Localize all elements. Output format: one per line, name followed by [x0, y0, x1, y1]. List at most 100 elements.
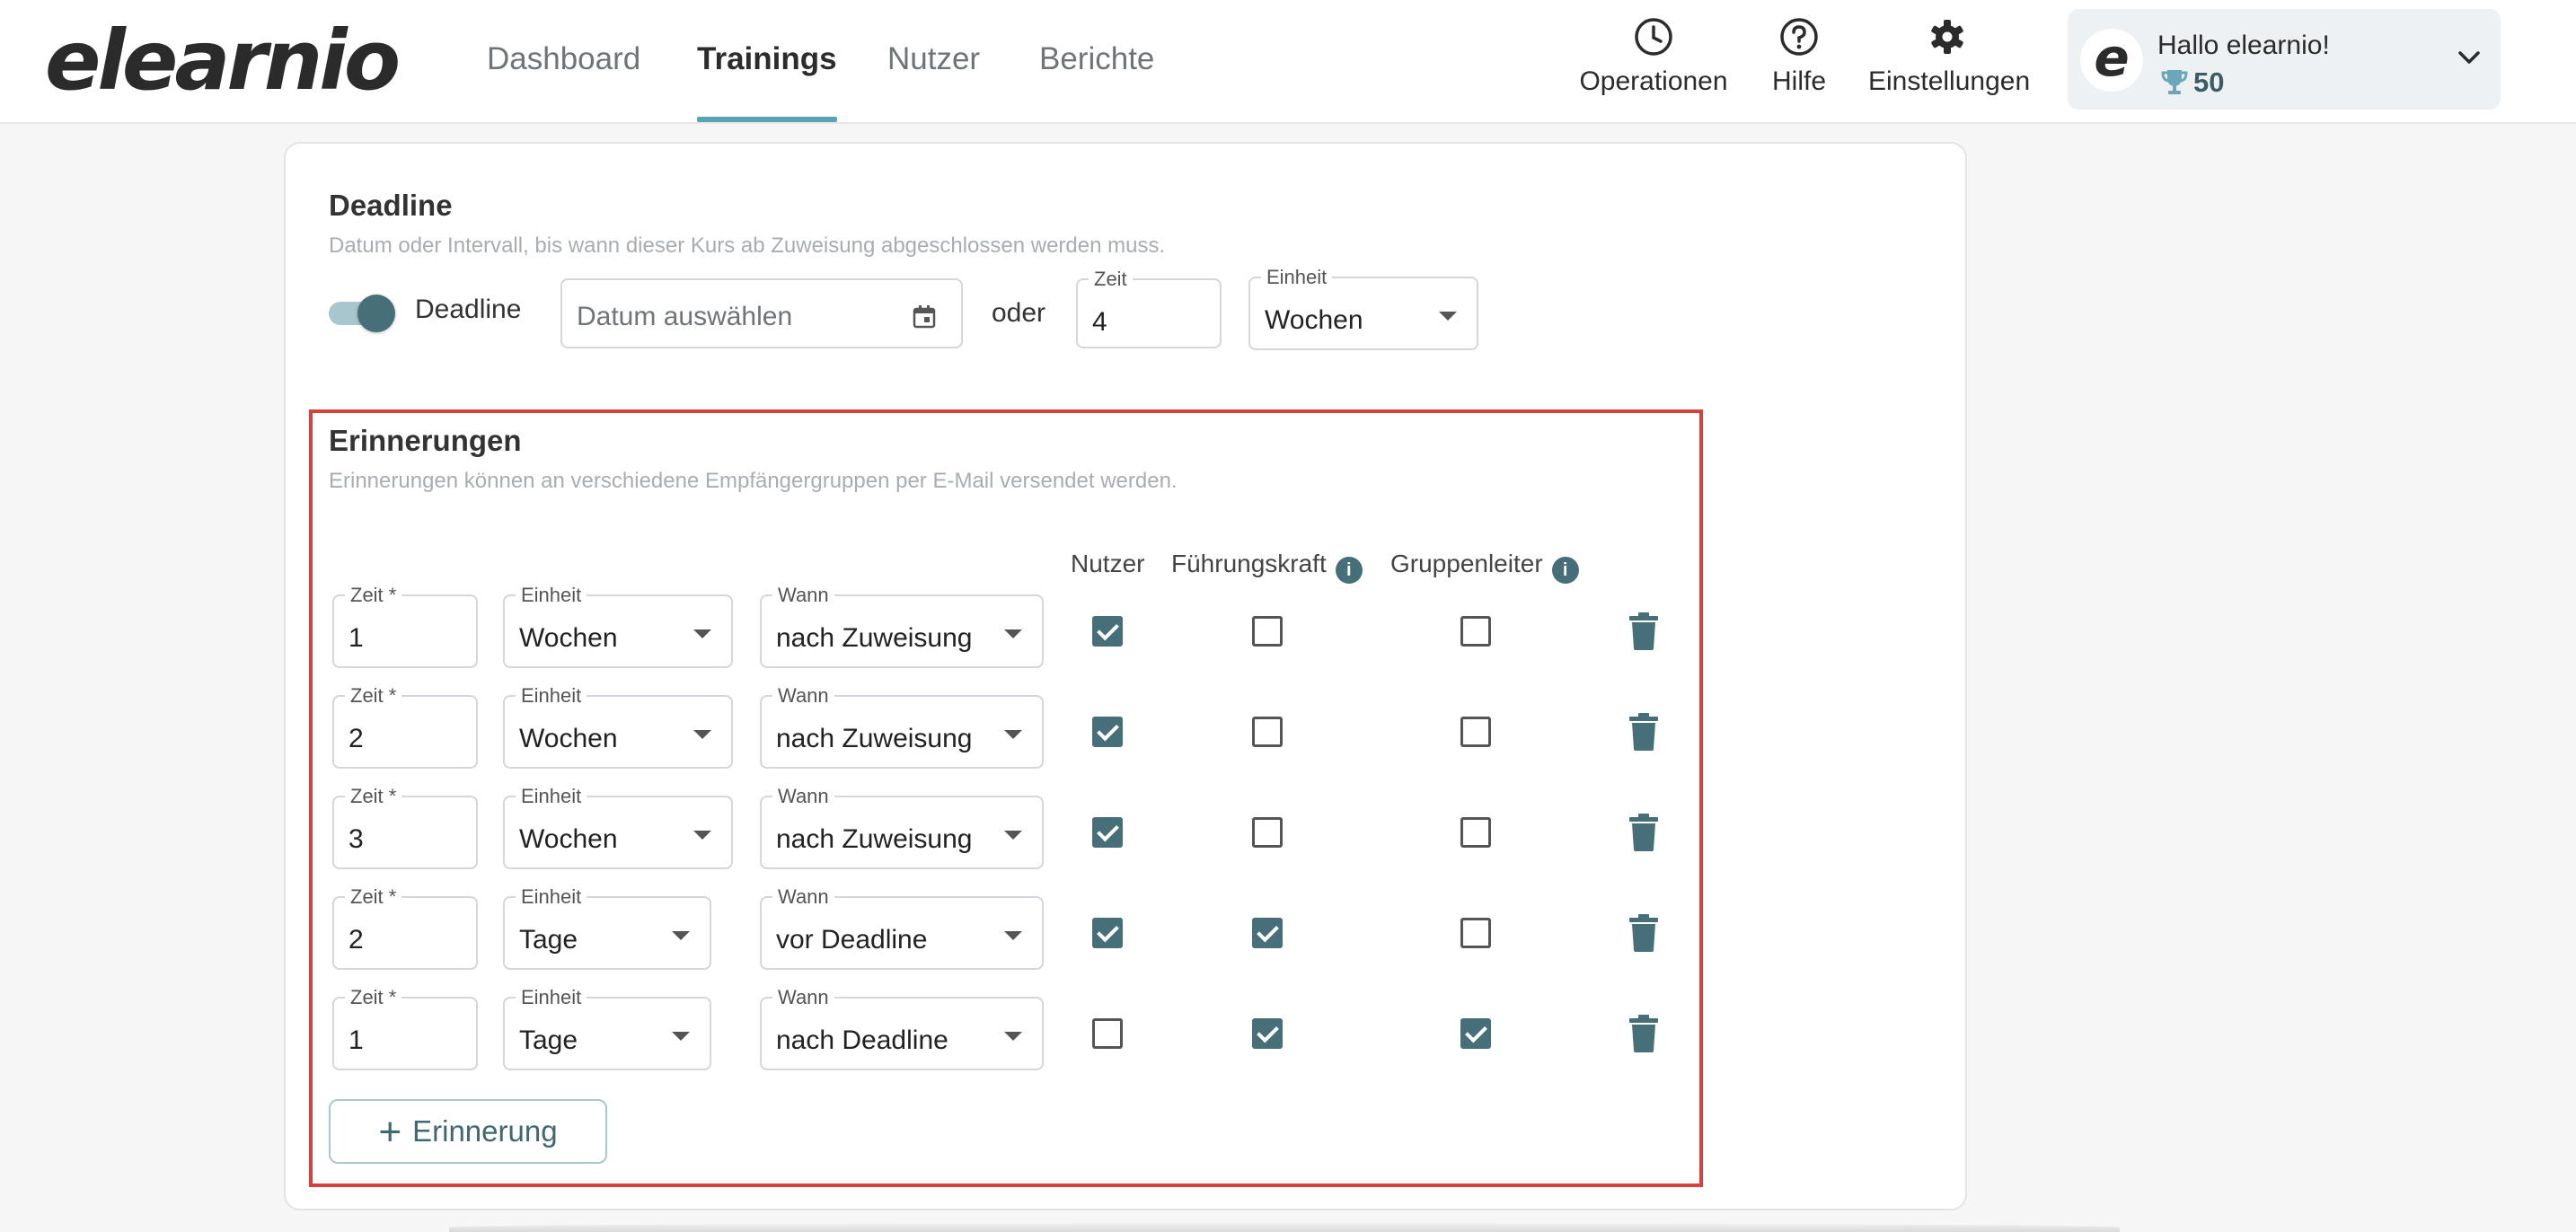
reminder-unit-select[interactable]: Einheit Wochen [503, 787, 733, 869]
reminder-unit-label: Einheit [516, 887, 587, 907]
calendar-icon[interactable] [911, 304, 938, 330]
reminder-when-select[interactable]: Wann nach Deadline [760, 988, 1044, 1070]
reminder-time-input[interactable]: Zeit * 2 [332, 686, 478, 769]
col-head-manager: Führungskraft i [1171, 550, 1363, 584]
deadline-toggle[interactable] [327, 293, 395, 332]
or-label: oder [992, 298, 1046, 328]
col-head-group-lead-label: Gruppenleiter [1390, 550, 1543, 577]
reminder-manager-checkbox[interactable] [1252, 817, 1283, 848]
operations-button[interactable]: Operationen [1579, 16, 1728, 106]
trash-icon[interactable] [1628, 713, 1660, 751]
chevron-down-icon [1004, 1032, 1022, 1041]
reminder-user-checkbox[interactable] [1092, 918, 1123, 948]
chevron-down-icon [693, 629, 711, 638]
deadline-unit-value: Wochen [1265, 305, 1363, 335]
help-label: Hilfe [1771, 66, 1826, 96]
reminder-unit-value: Wochen [519, 824, 618, 854]
deadline-unit-select[interactable]: Einheit Wochen [1248, 268, 1478, 350]
deadline-time-value: 4 [1092, 307, 1107, 337]
reminder-when-value: vor Deadline [776, 925, 928, 955]
reminder-user-checkbox[interactable] [1092, 1018, 1123, 1049]
chevron-down-icon [693, 831, 711, 840]
reminder-unit-select[interactable]: Einheit Wochen [503, 686, 733, 769]
reminder-user-checkbox[interactable] [1092, 717, 1123, 747]
reminder-time-input[interactable]: Zeit * 2 [332, 887, 478, 970]
nav-nutzer[interactable]: Nutzer [887, 40, 980, 122]
deadline-date-input[interactable]: Datum auswählen [560, 278, 963, 348]
nav-berichte[interactable]: Berichte [1039, 40, 1154, 122]
reminder-unit-label: Einheit [516, 585, 587, 605]
trash-icon[interactable] [1628, 914, 1660, 952]
reminder-time-label: Zeit * [345, 887, 402, 907]
reminder-when-label: Wann [772, 787, 834, 806]
date-placeholder: Datum auswählen [577, 302, 793, 331]
plus-icon: + [378, 1110, 402, 1154]
logo[interactable]: elearnio [45, 16, 401, 106]
nav-trainings[interactable]: Trainings [697, 40, 837, 122]
info-icon[interactable]: i [1551, 557, 1579, 584]
chevron-down-icon [1004, 831, 1022, 840]
reminder-when-value: nach Zuweisung [776, 724, 973, 753]
chevron-down-icon [693, 730, 711, 739]
reminder-unit-value: Tage [519, 925, 578, 955]
col-head-manager-label: Führungskraft [1171, 550, 1327, 577]
reminder-when-select[interactable]: Wann nach Zuweisung [760, 585, 1044, 668]
reminder-when-select[interactable]: Wann nach Zuweisung [760, 686, 1044, 769]
reminder-unit-label: Einheit [516, 787, 587, 806]
reminder-when-value: nach Deadline [776, 1025, 948, 1055]
trophy-icon [2161, 70, 2188, 94]
reminder-time-input[interactable]: Zeit * 1 [332, 988, 478, 1070]
deadline-time-input[interactable]: Zeit 4 [1076, 269, 1222, 348]
chevron-down-icon [2458, 51, 2480, 64]
reminder-time-input[interactable]: Zeit * 1 [332, 585, 478, 668]
operations-label: Operationen [1579, 66, 1728, 96]
reminder-time-label: Zeit * [345, 988, 402, 1008]
reminder-user-checkbox[interactable] [1092, 616, 1123, 647]
reminder-manager-checkbox[interactable] [1252, 616, 1283, 647]
reminder-when-label: Wann [772, 585, 834, 605]
reminder-time-input[interactable]: Zeit * 3 [332, 787, 478, 869]
reminder-when-label: Wann [772, 887, 834, 907]
reminder-unit-select[interactable]: Einheit Wochen [503, 585, 733, 668]
toggle-thumb [357, 295, 395, 332]
reminder-group-lead-checkbox[interactable] [1460, 1018, 1491, 1049]
trash-icon[interactable] [1628, 1015, 1660, 1052]
nav-dashboard[interactable]: Dashboard [487, 40, 640, 122]
reminder-when-select[interactable]: Wann vor Deadline [760, 887, 1044, 970]
chevron-down-icon [1004, 931, 1022, 940]
reminder-time-value: 3 [348, 824, 364, 854]
settings-label: Einstellungen [1868, 66, 2031, 96]
info-icon[interactable]: i [1335, 557, 1363, 584]
reminder-manager-checkbox[interactable] [1252, 1018, 1283, 1049]
reminder-group-lead-checkbox[interactable] [1460, 817, 1491, 848]
reminder-group-lead-checkbox[interactable] [1460, 717, 1491, 747]
reminder-unit-select[interactable]: Einheit Tage [503, 887, 711, 970]
settings-button[interactable]: Einstellungen [1868, 16, 2031, 106]
reminder-unit-value: Wochen [519, 724, 618, 753]
points-display: 50 [2159, 66, 2224, 99]
deadline-unit-label: Einheit [1261, 268, 1333, 287]
trash-icon[interactable] [1628, 612, 1660, 650]
reminder-time-label: Zeit * [345, 585, 402, 605]
reminder-manager-checkbox[interactable] [1252, 717, 1283, 747]
reminder-group-lead-checkbox[interactable] [1460, 616, 1491, 647]
add-reminder-button[interactable]: + Erinnerung [329, 1099, 607, 1164]
deadline-time-label: Zeit [1089, 269, 1133, 289]
reminder-when-select[interactable]: Wann nach Zuweisung [760, 787, 1044, 869]
trash-icon[interactable] [1628, 814, 1660, 851]
add-reminder-label: Erinnerung [412, 1114, 558, 1148]
reminder-unit-label: Einheit [516, 686, 587, 706]
points-value: 50 [2193, 66, 2225, 98]
reminder-unit-label: Einheit [516, 988, 587, 1008]
bottom-shadow [449, 1223, 2120, 1232]
reminder-when-label: Wann [772, 686, 834, 706]
account-menu[interactable]: e Hallo elearnio! 50 [2068, 9, 2501, 110]
reminder-when-label: Wann [772, 988, 834, 1008]
chevron-down-icon [672, 931, 690, 940]
reminder-unit-select[interactable]: Einheit Tage [503, 988, 711, 1070]
reminder-manager-checkbox[interactable] [1252, 918, 1283, 948]
reminder-user-checkbox[interactable] [1092, 817, 1123, 848]
help-button[interactable]: Hilfe [1769, 16, 1829, 106]
reminder-group-lead-checkbox[interactable] [1460, 918, 1491, 948]
chevron-down-icon [1439, 312, 1457, 321]
